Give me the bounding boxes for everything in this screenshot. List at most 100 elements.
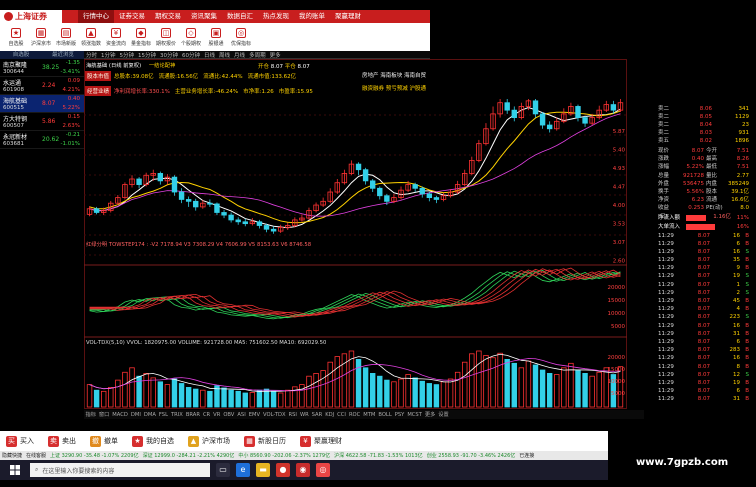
quick-action-button[interactable]: ¥ 聚赢理财 xyxy=(300,435,342,447)
indicator-tab[interactable]: 指标 xyxy=(84,411,97,418)
quote-stat-row: 现价 8.07 今开 7.51 xyxy=(656,147,751,155)
status-item: 沪深 4622.58 -71.83 -1.53% 1013亿 xyxy=(334,453,423,459)
watchlist-item[interactable]: 南京聚隆 300644 38.25 -1.35 -3.41% xyxy=(0,59,84,77)
watchlist-item[interactable]: 海航基础 600515 8.07 0.40 5.22% xyxy=(0,95,84,113)
k-line-chart[interactable]: 5.87 5.40 4.93 4.47 4.00 3.53 3.07 2.60 20000 150… xyxy=(84,59,627,419)
period-tab[interactable]: 分时 xyxy=(84,51,99,59)
period-tab[interactable]: 周线 xyxy=(217,51,232,59)
menu-item[interactable]: 行情中心 xyxy=(78,10,114,23)
indicator-tab[interactable]: DMA xyxy=(142,412,157,418)
menu-item[interactable]: 资讯聚集 xyxy=(186,10,222,23)
toolbar-item[interactable]: ◎ 优保指标 xyxy=(231,27,251,47)
tick-time: 11:29 xyxy=(658,355,674,362)
tick-time: 11:29 xyxy=(658,240,674,247)
period-tab[interactable]: 5分钟 xyxy=(118,51,137,59)
tab-watchlist[interactable]: 自选股 xyxy=(0,51,42,59)
tick-price: 8.07 xyxy=(697,396,710,403)
task-view-icon[interactable]: ▭ xyxy=(216,463,230,477)
volume-bar xyxy=(546,372,553,408)
quick-action-button[interactable]: ★ 我的自选 xyxy=(132,435,174,447)
explorer-icon[interactable]: ▬ xyxy=(256,463,270,477)
indicator-tab[interactable]: ASI xyxy=(236,412,247,418)
level-price: 8.04 xyxy=(699,122,712,128)
period-tab[interactable]: 60分钟 xyxy=(180,51,202,59)
menu-item[interactable]: 期权交易 xyxy=(150,10,186,23)
tick-side: B xyxy=(745,232,749,239)
indicator-tab[interactable]: VR xyxy=(212,412,222,418)
indicator-tab[interactable]: TRIX xyxy=(169,412,184,418)
indicator-tab[interactable]: 窗口 xyxy=(97,411,110,418)
quick-action-button[interactable]: ▲ 沪深市场 xyxy=(188,435,230,447)
volume-bar xyxy=(589,375,595,408)
tick-side: S xyxy=(745,281,750,288)
indicator-tab[interactable]: SAR xyxy=(310,412,324,418)
quote-stat-row: 总量 921728 量比 2.77 xyxy=(656,172,751,180)
toolbar-item[interactable]: ★ 自选股 xyxy=(6,27,26,47)
menu-item[interactable]: 数据自汇 xyxy=(222,10,258,23)
watchlist-item[interactable]: 永冠新材 603681 20.62 -0.21 -1.01% xyxy=(0,131,84,149)
indicator-tab[interactable]: 设置 xyxy=(437,411,450,418)
indicator-tab[interactable]: BOLL xyxy=(377,412,393,418)
indicator-tab[interactable]: DMI xyxy=(129,412,142,418)
watchlist-item[interactable]: 方大特钢 600507 5.86 0.15 2.63% xyxy=(0,113,84,131)
menu-item[interactable]: 证券交易 xyxy=(114,10,150,23)
indicator-tab[interactable]: VOL-TDX xyxy=(262,412,287,418)
candle-body xyxy=(412,184,418,189)
app-icon-red[interactable]: ● xyxy=(276,463,290,477)
watchlist-item[interactable]: 水运通 601908 2.24 0.09 4.21% xyxy=(0,77,84,95)
period-tab[interactable]: 多周期 xyxy=(247,51,268,59)
stat-value: 39.1亿 xyxy=(731,188,749,195)
indicator-tab[interactable]: OBV xyxy=(222,412,236,418)
quick-action-button[interactable]: 撤撤单 xyxy=(90,435,118,447)
status-item[interactable]: 在线客服 xyxy=(24,452,48,459)
indicator-tab[interactable]: MCST xyxy=(406,412,424,418)
period-tab[interactable]: 15分钟 xyxy=(136,51,158,59)
toolbar-item[interactable]: ◫ 期权报价 xyxy=(156,27,176,47)
stock-price: 5.86 xyxy=(42,118,56,125)
indicator-tab[interactable]: KDJ xyxy=(324,412,336,418)
indicator-tab[interactable]: 更多 xyxy=(423,411,436,418)
indicator-axis-label: 10000 xyxy=(608,311,626,317)
indicator-tab[interactable]: RSI xyxy=(287,412,298,418)
quick-action-button[interactable]: 卖卖出 xyxy=(48,435,76,447)
quick-action-label: 我的自选 xyxy=(146,437,174,445)
period-tab[interactable]: 更多 xyxy=(268,51,283,59)
indicator-tab[interactable]: EMV xyxy=(247,412,261,418)
indicator-tab[interactable]: PSY xyxy=(393,412,406,418)
quick-action-button[interactable]: ▦ 新股日历 xyxy=(244,435,286,447)
period-tab[interactable]: 30分钟 xyxy=(158,51,180,59)
windows-start-icon[interactable] xyxy=(0,460,30,480)
indicator-tab[interactable]: CCI xyxy=(336,412,348,418)
period-tab[interactable]: 月线 xyxy=(232,51,247,59)
edge-icon[interactable]: e xyxy=(236,463,250,477)
indicator-tab[interactable]: BRAR xyxy=(184,412,201,418)
toolbar-item[interactable]: ◆ 量金指标 xyxy=(131,27,151,47)
status-item[interactable]: 隐藏快捷 xyxy=(0,452,24,459)
period-tab[interactable]: 1分钟 xyxy=(99,51,118,59)
stat-label: 涨幅 xyxy=(658,164,670,171)
toolbar-item[interactable]: ▦ 沪深京市 xyxy=(31,27,51,47)
toolbar-item[interactable]: ▲ 领涨指数 xyxy=(81,27,101,47)
tick-side: B xyxy=(745,338,749,345)
tab-recent[interactable]: 最近浏览 xyxy=(42,51,84,59)
indicator-tab[interactable]: ROC xyxy=(347,412,361,418)
toolbar-item[interactable]: ▣ 股银通 xyxy=(206,27,226,47)
indicator-tab[interactable]: MTM xyxy=(362,412,377,418)
taskbar-search-input[interactable]: ⌕ 在这里输入你要搜索的内容 xyxy=(30,463,210,477)
candle-body xyxy=(610,104,617,111)
app-icon-trading[interactable]: ◉ xyxy=(296,463,310,477)
menu-item[interactable]: 我的账单 xyxy=(294,10,330,23)
quick-action-button[interactable]: 买买入 xyxy=(6,435,34,447)
toolbar-item[interactable]: ▤ 市场新版 xyxy=(56,27,76,47)
app-icon-stock[interactable]: ◎ xyxy=(316,463,330,477)
toolbar-item[interactable]: ¥ 资金流向 xyxy=(106,27,126,47)
menu-item[interactable]: 聚赢理财 xyxy=(330,10,366,23)
toolbar-item[interactable]: ◇ 个股期权 xyxy=(181,27,201,47)
indicator-tab[interactable]: WR xyxy=(298,412,310,418)
menu-item[interactable]: 热点发现 xyxy=(258,10,294,23)
indicator-tab[interactable]: CR xyxy=(201,412,211,418)
indicator-tab[interactable]: FSL xyxy=(157,412,169,418)
period-tab[interactable]: 日线 xyxy=(202,51,217,59)
candle-body xyxy=(504,102,510,111)
indicator-tab[interactable]: MACD xyxy=(111,412,130,418)
